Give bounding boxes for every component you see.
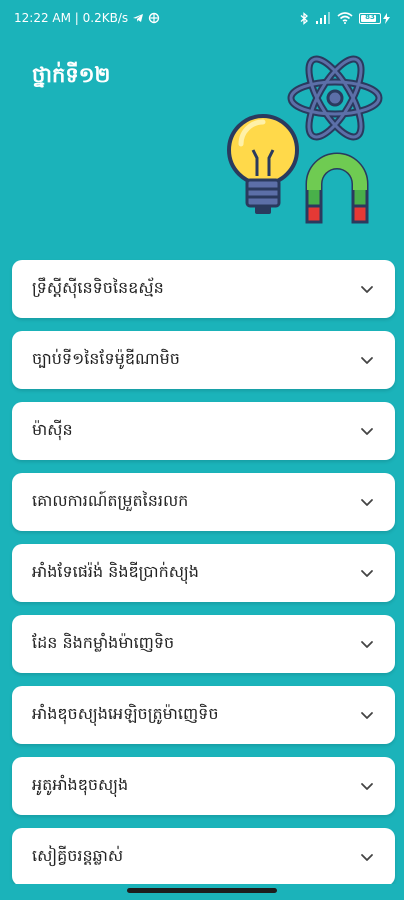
topic-item[interactable]: ដែន និងកម្លាំងម៉ាញេទិច [12,615,395,673]
battery-percent: 83 [365,12,375,21]
topic-label: ម៉ាស៊ីន [32,420,73,439]
chevron-down-icon [361,783,373,790]
topic-item[interactable]: អូតូអាំងឌុចស្យុង [12,757,395,815]
bluetooth-icon [300,11,308,25]
home-indicator[interactable] [127,888,277,893]
signal-icon [316,12,330,24]
topic-label: សៀគ្វីចរន្តឆ្លាស់ [32,846,124,865]
topic-list: ទ្រឹស្តីស៊ីនេទិចនៃឧស្ម័ន ច្បាប់ទី១នៃទែម៉… [12,260,395,899]
topic-label: គោលការណ៍តម្រួតនៃរលក [32,491,189,510]
chevron-down-icon [361,286,373,293]
topic-item[interactable]: ច្បាប់ទី១នៃទែម៉ូឌីណាមិច [12,331,395,389]
topic-item[interactable]: សៀគ្វីចរន្តឆ្លាស់ [12,828,395,886]
topic-item[interactable]: ម៉ាស៊ីន [12,402,395,460]
wifi-icon [337,12,353,24]
chevron-down-icon [361,357,373,364]
page-title: ថ្នាក់ទី១២ [32,63,111,87]
topic-label: អាំងឌុចស្យុងអេឡិចត្រូម៉ាញេទិច [32,704,219,723]
chevron-down-icon [361,428,373,435]
magnet-icon [305,152,369,224]
battery-indicator: 83 [359,12,390,24]
app-icon [148,12,160,24]
chevron-down-icon [361,570,373,577]
topic-item[interactable]: អាំងទែផេរ៉ង់ និងឌីប្រាក់ស្យុង [12,544,395,602]
topic-label: ទ្រឹស្តីស៊ីនេទិចនៃឧស្ម័ន [32,278,164,297]
topic-label: ដែន និងកម្លាំងម៉ាញេទិច [32,633,175,652]
topic-item[interactable]: អាំងឌុចស្យុងអេឡិចត្រូម៉ាញេទិច [12,686,395,744]
status-right: 83 [299,11,390,25]
charging-icon [383,12,390,24]
chevron-down-icon [361,641,373,648]
physics-illustration [227,55,383,224]
topic-item[interactable]: គោលការណ៍តម្រួតនៃរលក [12,473,395,531]
telegram-icon [133,14,144,22]
topic-label: អូតូអាំងឌុចស្យុង [32,775,129,794]
atom-icon [287,55,383,141]
status-bar: 12:22 AM | 0.2KB/s 83 [0,0,404,36]
chevron-down-icon [361,712,373,719]
status-left: 12:22 AM | 0.2KB/s [14,11,160,25]
chevron-down-icon [361,499,373,506]
topic-label: អាំងទែផេរ៉ង់ និងឌីប្រាក់ស្យុង [32,562,199,581]
status-time: 12:22 AM | 0.2KB/s [14,11,129,25]
chevron-down-icon [361,854,373,861]
topic-item[interactable]: ទ្រឹស្តីស៊ីនេទិចនៃឧស្ម័ន [12,260,395,318]
lightbulb-icon [227,114,299,214]
topic-label: ច្បាប់ទី១នៃទែម៉ូឌីណាមិច [32,349,180,368]
